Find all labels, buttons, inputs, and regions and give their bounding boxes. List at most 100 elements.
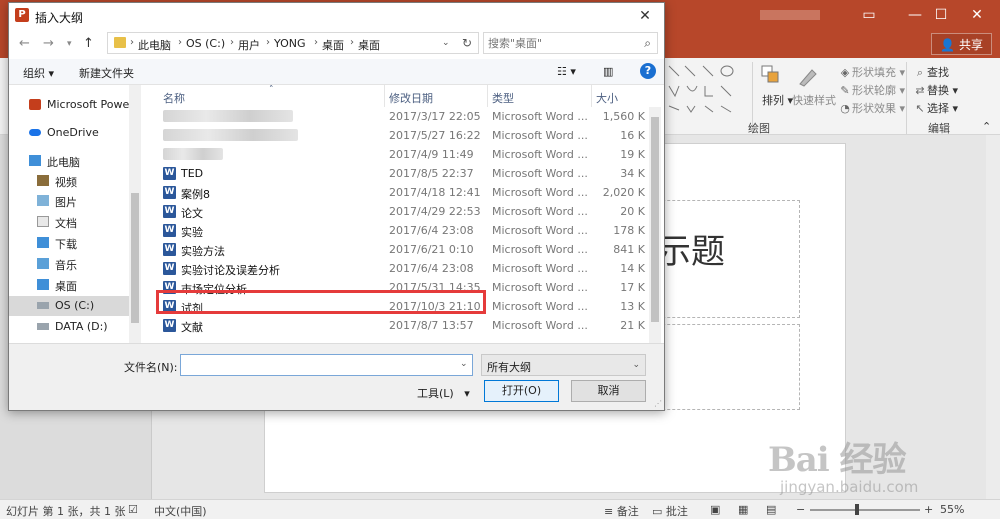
file-row[interactable]: W 市场定位分析 2017/5/31 14:35 Microsoft Word ..… bbox=[149, 278, 649, 297]
column-divider[interactable] bbox=[487, 85, 488, 107]
file-row[interactable]: W TED 2017/8/5 22:37 Microsoft Word ... 34 … bbox=[149, 164, 649, 183]
search-icon: ⌕ bbox=[916, 66, 924, 79]
breadcrumb-yong[interactable]: YONG bbox=[274, 37, 306, 50]
quick-styles-button[interactable] bbox=[796, 64, 822, 90]
view-options-icon[interactable]: ☷ ▾ bbox=[557, 65, 576, 78]
nav-item-downloads[interactable]: 下载 bbox=[9, 233, 129, 253]
paint-bucket-icon: ◈ bbox=[840, 66, 850, 79]
normal-view-icon[interactable]: ▣ bbox=[710, 503, 720, 516]
cancel-button[interactable]: 取消 bbox=[571, 380, 646, 402]
file-list-scrollbar[interactable] bbox=[649, 107, 661, 343]
reading-view-icon[interactable]: ▤ bbox=[766, 503, 776, 516]
column-header-name[interactable]: 名称 bbox=[163, 90, 185, 106]
replace-button[interactable]: ⇄ 替换 ▾ bbox=[913, 82, 958, 98]
shape-effects-button[interactable]: ◔ 形状效果 ▾ bbox=[838, 100, 905, 116]
file-row-highlighted[interactable]: W 试剂 2017/10/3 21:10 Microsoft Word ... 13 … bbox=[149, 297, 649, 316]
vertical-scrollbar[interactable] bbox=[986, 135, 1000, 499]
dialog-close-icon[interactable]: ✕ bbox=[630, 5, 660, 27]
dialog-navigation-bar: ← → ▾ ↑ › 此电脑 › OS (C:) › 用户 › YONG › 桌面… bbox=[9, 29, 664, 59]
nav-item-this-pc[interactable]: 此电脑 bbox=[9, 151, 129, 171]
nav-item-powerpoint[interactable]: Microsoft Powe bbox=[9, 95, 129, 115]
nav-item-data-d[interactable]: DATA (D:) bbox=[9, 317, 129, 337]
refresh-icon[interactable]: ↻ bbox=[462, 36, 472, 50]
column-header-type[interactable]: 类型 bbox=[492, 90, 514, 106]
arrange-icon bbox=[761, 65, 779, 83]
file-row[interactable]: W 实验讨论及误差分析 2017/6/4 23:08 Microsoft Word … bbox=[149, 259, 649, 278]
share-button[interactable]: 👤 共享 bbox=[931, 33, 992, 55]
filename-dropdown-icon[interactable]: ⌄ bbox=[460, 359, 468, 369]
collapse-ribbon-icon[interactable]: ⌃ bbox=[982, 120, 991, 133]
nav-item-onedrive[interactable]: OneDrive bbox=[9, 123, 129, 143]
nav-item-documents[interactable]: 文档 bbox=[9, 212, 129, 232]
drive-icon bbox=[37, 323, 49, 330]
zoom-level[interactable]: 55% bbox=[940, 503, 964, 516]
address-bar[interactable]: › 此电脑 › OS (C:) › 用户 › YONG › 桌面 › 桌面 ⌄ … bbox=[107, 32, 479, 54]
zoom-slider[interactable] bbox=[810, 509, 920, 511]
file-row[interactable]: 2017/3/17 22:05 Microsoft Word ... 1,560 K bbox=[149, 107, 649, 126]
file-row[interactable]: W 案例8 2017/4/18 12:41 Microsoft Word ... 2,… bbox=[149, 183, 649, 202]
comments-button[interactable]: ▭ 批注 bbox=[652, 503, 688, 519]
recent-locations-icon[interactable]: ▾ bbox=[67, 39, 72, 49]
file-row[interactable]: 2017/5/27 16:22 Microsoft Word ... 16 K bbox=[149, 126, 649, 145]
nav-item-videos[interactable]: 视频 bbox=[9, 171, 129, 191]
back-arrow-icon[interactable]: ← bbox=[19, 36, 30, 51]
filetype-select[interactable]: 所有大纲 ⌄ bbox=[481, 354, 646, 376]
search-icon[interactable]: ⌕ bbox=[644, 36, 651, 51]
slide-count-text: 幻灯片 第 1 张，共 1 张 bbox=[6, 505, 126, 518]
nav-item-pictures[interactable]: 图片 bbox=[9, 191, 129, 211]
column-header-size[interactable]: 大小 bbox=[596, 90, 618, 106]
select-button[interactable]: ↖ 选择 ▾ bbox=[913, 100, 958, 116]
find-button[interactable]: ⌕ 查找 bbox=[913, 64, 949, 80]
column-header-date[interactable]: 修改日期 bbox=[389, 90, 433, 106]
nav-scrollbar[interactable] bbox=[129, 85, 141, 343]
language-text[interactable]: 中文(中国) bbox=[154, 503, 207, 519]
navigation-pane: Microsoft Powe OneDrive 此电脑 视频 图片 文档 下载 bbox=[9, 85, 141, 343]
search-input[interactable] bbox=[488, 36, 633, 51]
file-list-scrollbar-thumb[interactable] bbox=[651, 117, 659, 322]
nav-item-music[interactable]: 音乐 bbox=[9, 254, 129, 274]
file-row[interactable]: W 实验 2017/6/4 23:08 Microsoft Word ... 178 … bbox=[149, 221, 649, 240]
breadcrumb-users[interactable]: 用户 bbox=[238, 37, 260, 53]
nav-item-os-c[interactable]: OS (C:) bbox=[9, 296, 129, 316]
preview-pane-icon[interactable]: ▥ bbox=[603, 65, 613, 78]
filename-input[interactable] bbox=[180, 354, 473, 376]
slide-sorter-icon[interactable]: ▦ bbox=[738, 503, 748, 516]
new-folder-button[interactable]: 新建文件夹 bbox=[79, 65, 134, 81]
zoom-out-icon[interactable]: − bbox=[796, 503, 805, 516]
column-divider[interactable] bbox=[384, 85, 385, 107]
shape-outline-button[interactable]: ✎ 形状轮廓 ▾ bbox=[838, 82, 905, 98]
tools-button[interactable]: 工具(L) ▾ bbox=[417, 385, 470, 401]
nav-scrollbar-thumb[interactable] bbox=[131, 193, 139, 323]
blurred-filename bbox=[163, 129, 298, 141]
column-headers: 名称 ˄ 修改日期 类型 大小 bbox=[149, 85, 649, 107]
resize-grip-icon[interactable]: ⋰ bbox=[654, 399, 662, 408]
notes-button[interactable]: ≡ 备注 bbox=[604, 503, 639, 519]
baidu-watermark: Bai 经验 jingyan.baidu.com bbox=[760, 432, 960, 502]
close-icon[interactable]: ✕ bbox=[954, 0, 1000, 30]
open-button[interactable]: 打开(O) bbox=[484, 380, 559, 402]
column-divider[interactable] bbox=[591, 85, 592, 107]
shape-fill-button[interactable]: ◈ 形状填充 ▾ bbox=[838, 64, 905, 80]
file-row[interactable]: 2017/4/9 11:49 Microsoft Word ... 19 K bbox=[149, 145, 649, 164]
file-row[interactable]: W 文献 2017/8/7 13:57 Microsoft Word ... 21 K bbox=[149, 316, 649, 335]
shape-gallery[interactable] bbox=[665, 62, 745, 116]
zoom-slider-thumb[interactable] bbox=[855, 504, 859, 515]
spellcheck-icon[interactable]: ☑ bbox=[128, 503, 138, 516]
file-row[interactable]: W 论文 2017/4/29 22:53 Microsoft Word ... 20 … bbox=[149, 202, 649, 221]
search-box[interactable]: ⌕ bbox=[483, 32, 658, 54]
breadcrumb-os-c[interactable]: OS (C:) bbox=[186, 37, 225, 50]
desktop-folder-icon bbox=[37, 279, 49, 290]
file-row[interactable]: W 实验方法 2017/6/21 0:10 Microsoft Word ... 84… bbox=[149, 240, 649, 259]
address-dropdown-icon[interactable]: ⌄ bbox=[442, 38, 450, 48]
forward-arrow-icon[interactable]: → bbox=[43, 36, 54, 51]
sort-ascending-icon: ˄ bbox=[269, 85, 274, 95]
ribbon-display-icon[interactable]: ▭ bbox=[846, 0, 892, 30]
nav-item-desktop[interactable]: 桌面 bbox=[9, 275, 129, 295]
help-icon[interactable]: ? bbox=[640, 63, 656, 79]
breadcrumb-desktop[interactable]: 桌面 bbox=[322, 37, 344, 53]
up-arrow-icon[interactable]: ↑ bbox=[83, 36, 94, 51]
zoom-in-icon[interactable]: + bbox=[924, 503, 933, 516]
organize-button[interactable]: 组织 ▾ bbox=[23, 65, 54, 81]
breadcrumb-desktop-current[interactable]: 桌面 bbox=[358, 37, 380, 53]
breadcrumb-this-pc[interactable]: 此电脑 bbox=[138, 37, 171, 53]
